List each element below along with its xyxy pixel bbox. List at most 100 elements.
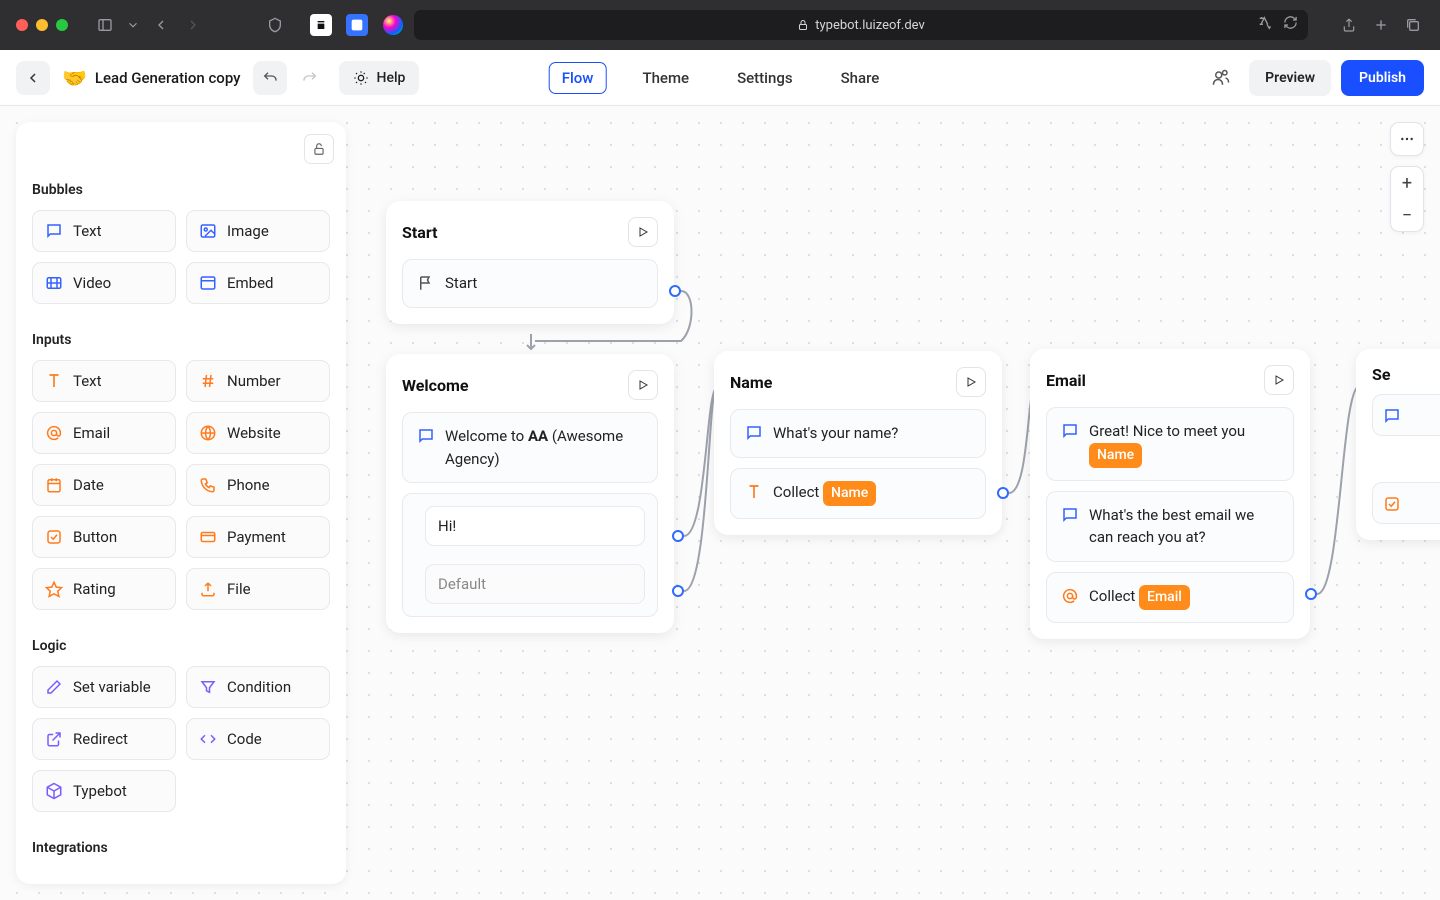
help-button[interactable]: Help xyxy=(339,61,420,95)
name-question-row[interactable]: What's your name? xyxy=(730,409,986,458)
flow-canvas[interactable]: Bubbles Text Image Video Embed Inputs Te… xyxy=(0,106,1440,900)
back-button[interactable] xyxy=(16,61,50,95)
card-name-play-button[interactable] xyxy=(956,367,986,397)
check-square-icon xyxy=(1383,495,1401,513)
block-logic-code[interactable]: Code xyxy=(186,718,330,760)
block-input-button[interactable]: Button xyxy=(32,516,176,558)
sidebar-toggle-icon[interactable] xyxy=(94,14,116,36)
card-start-title: Start xyxy=(402,223,438,242)
share-icon[interactable] xyxy=(1338,14,1360,36)
card-start-row[interactable]: Start xyxy=(402,259,658,308)
block-input-payment[interactable]: Payment xyxy=(186,516,330,558)
card-welcome[interactable]: Welcome Welcome to AA (Awesome Agency) H… xyxy=(386,354,674,633)
nav-theme[interactable]: Theme xyxy=(630,63,701,93)
port-start-out[interactable] xyxy=(669,285,681,297)
block-input-text[interactable]: Text xyxy=(32,360,176,402)
card-start[interactable]: Start Start xyxy=(386,201,674,324)
phone-icon xyxy=(199,476,217,494)
email-msg2-text: What's the best email we can reach you a… xyxy=(1089,504,1279,549)
card-welcome-play-button[interactable] xyxy=(628,370,658,400)
block-input-email[interactable]: Email xyxy=(32,412,176,454)
block-input-file[interactable]: File xyxy=(186,568,330,610)
zoom-out-button[interactable]: − xyxy=(1391,199,1423,231)
credit-card-icon xyxy=(199,528,217,546)
video-icon xyxy=(45,274,63,292)
card-email[interactable]: Email Great! Nice to meet you Name What'… xyxy=(1030,349,1310,639)
welcome-message-row[interactable]: Welcome to AA (Awesome Agency) xyxy=(402,412,658,483)
bot-name-text: Lead Generation copy xyxy=(95,69,241,87)
nav-back-icon[interactable] xyxy=(150,14,172,36)
nav-flow[interactable]: Flow xyxy=(549,62,607,94)
chat-icon xyxy=(45,222,63,240)
welcome-choice-block[interactable]: Hi! Default xyxy=(402,493,658,617)
shield-icon[interactable] xyxy=(264,14,286,36)
block-input-date[interactable]: Date xyxy=(32,464,176,506)
block-input-phone[interactable]: Phone xyxy=(186,464,330,506)
undo-button[interactable] xyxy=(253,61,287,95)
section-logic-title: Logic xyxy=(32,638,330,654)
card-partial-title: Se xyxy=(1372,365,1391,384)
section-integrations-title: Integrations xyxy=(32,840,330,856)
name-collect-row[interactable]: Collect Name xyxy=(730,468,986,519)
maximize-window-icon[interactable] xyxy=(56,19,68,31)
zoom-controls: + − xyxy=(1390,166,1424,232)
name-question-text: What's your name? xyxy=(773,422,971,445)
welcome-choice-default[interactable]: Default xyxy=(425,564,645,604)
block-input-number[interactable]: Number xyxy=(186,360,330,402)
block-logic-redirect[interactable]: Redirect xyxy=(32,718,176,760)
card-name[interactable]: Name What's your name? Collect Name xyxy=(714,351,1002,535)
block-bubble-embed[interactable]: Embed xyxy=(186,262,330,304)
canvas-more-button[interactable] xyxy=(1390,122,1424,156)
zoom-in-button[interactable]: + xyxy=(1391,167,1423,199)
panel-lock-button[interactable] xyxy=(304,134,334,164)
chat-icon xyxy=(1061,422,1079,440)
app-icon[interactable] xyxy=(346,14,368,36)
new-tab-icon[interactable] xyxy=(1370,14,1392,36)
port-email-out[interactable] xyxy=(1305,588,1317,600)
tabs-overview-icon[interactable] xyxy=(1402,14,1424,36)
block-bubble-video[interactable]: Video xyxy=(32,262,176,304)
notion-icon[interactable] xyxy=(310,14,332,36)
start-row-label: Start xyxy=(445,272,643,295)
card-partial-next[interactable]: Se xyxy=(1356,349,1440,540)
email-collect-row[interactable]: Collect Email xyxy=(1046,572,1294,623)
block-input-website[interactable]: Website xyxy=(186,412,330,454)
section-bubbles-title: Bubbles xyxy=(32,182,330,198)
partial-row1[interactable] xyxy=(1372,394,1440,436)
port-welcome-out1[interactable] xyxy=(672,530,684,542)
embed-icon xyxy=(199,274,217,292)
email-msg1-row[interactable]: Great! Nice to meet you Name xyxy=(1046,407,1294,481)
port-name-out[interactable] xyxy=(997,487,1009,499)
block-bubble-image[interactable]: Image xyxy=(186,210,330,252)
bot-title[interactable]: 🤝 Lead Generation copy xyxy=(62,66,241,90)
at-icon xyxy=(45,424,63,442)
globe-icon xyxy=(199,424,217,442)
chevron-down-icon[interactable] xyxy=(126,14,140,36)
reload-icon[interactable] xyxy=(1283,15,1298,35)
email-collect-text: Collect Email xyxy=(1089,585,1279,610)
publish-button[interactable]: Publish xyxy=(1341,60,1424,96)
block-input-rating[interactable]: Rating xyxy=(32,568,176,610)
translate-icon[interactable] xyxy=(1257,15,1273,35)
block-bubble-text[interactable]: Text xyxy=(32,210,176,252)
nav-share[interactable]: Share xyxy=(829,63,892,93)
port-welcome-out2[interactable] xyxy=(672,585,684,597)
card-email-play-button[interactable] xyxy=(1264,365,1294,395)
block-logic-typebot[interactable]: Typebot xyxy=(32,770,176,812)
partial-row2[interactable] xyxy=(1372,482,1440,524)
close-window-icon[interactable] xyxy=(16,19,28,31)
email-msg2-row[interactable]: What's the best email we can reach you a… xyxy=(1046,491,1294,562)
block-logic-condition[interactable]: Condition xyxy=(186,666,330,708)
block-logic-setvar[interactable]: Set variable xyxy=(32,666,176,708)
opera-icon[interactable] xyxy=(382,14,404,36)
minimize-window-icon[interactable] xyxy=(36,19,48,31)
preview-button[interactable]: Preview xyxy=(1249,60,1331,96)
pencil-icon xyxy=(45,678,63,696)
welcome-choice-hi[interactable]: Hi! xyxy=(425,506,645,546)
collaborators-button[interactable] xyxy=(1203,60,1239,96)
external-link-icon xyxy=(45,730,63,748)
connector-email-next xyxy=(1311,384,1361,604)
address-bar[interactable]: typebot.luizeof.dev xyxy=(414,10,1308,40)
nav-settings[interactable]: Settings xyxy=(725,63,805,93)
card-start-play-button[interactable] xyxy=(628,217,658,247)
